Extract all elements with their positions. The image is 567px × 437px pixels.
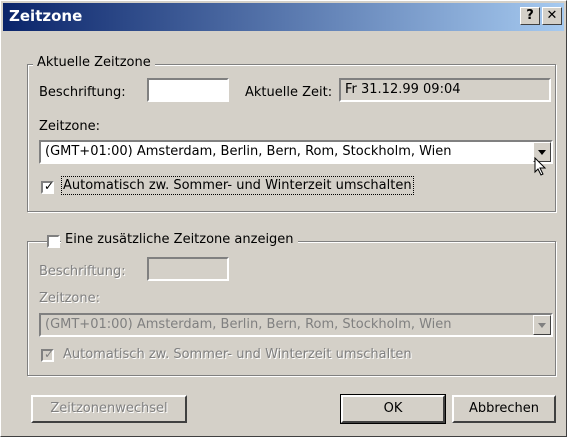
chevron-down-icon — [538, 150, 546, 155]
additional-zone-checkbox-label[interactable]: Eine zusätzliche Zeitzone anzeigen — [61, 232, 298, 247]
additional-dst-checkbox-label[interactable]: Automatisch zw. Sommer- und Winterzeit u… — [63, 347, 412, 362]
additional-caption-input[interactable] — [147, 257, 229, 281]
additional-zone-checkbox[interactable] — [47, 235, 60, 248]
current-time-label: Aktuelle Zeit: — [245, 85, 333, 100]
pointer-cursor-icon — [534, 157, 547, 176]
check-icon: ✓ — [44, 347, 55, 361]
dst-checkbox[interactable]: ✓ — [41, 179, 55, 194]
timezone-dialog: Zeitzone ? ✕ Aktuelle Zeitzone Beschrift… — [0, 0, 567, 437]
window-title: Zeitzone — [9, 7, 83, 25]
additional-timezone-label: Zeitzone: — [39, 291, 101, 306]
timezone-label: Zeitzone: — [39, 119, 101, 134]
timezone-select-value: (GMT+01:00) Amsterdam, Berlin, Bern, Rom… — [45, 144, 452, 159]
help-button[interactable]: ? — [520, 7, 540, 25]
additional-timezone-select[interactable]: (GMT+01:00) Amsterdam, Berlin, Bern, Rom… — [39, 313, 553, 337]
additional-caption-label: Beschriftung: — [39, 264, 126, 279]
question-icon: ? — [526, 8, 534, 23]
cancel-button[interactable]: Abbrechen — [452, 395, 556, 423]
additional-timezone-select-value: (GMT+01:00) Amsterdam, Berlin, Bern, Rom… — [45, 317, 452, 332]
close-icon: ✕ — [546, 8, 558, 23]
swap-timezones-button[interactable]: Zeitzonenwechsel — [31, 395, 187, 423]
chevron-down-icon — [538, 323, 546, 328]
additional-timezone-dropdown-button[interactable] — [533, 315, 551, 335]
ok-button[interactable]: OK — [340, 394, 446, 424]
current-timezone-legend: Aktuelle Zeitzone — [33, 55, 155, 70]
additional-dst-checkbox[interactable]: ✓ — [41, 347, 55, 362]
current-time-field: Fr 31.12.99 09:04 — [339, 78, 551, 102]
close-button[interactable]: ✕ — [542, 7, 562, 25]
dst-checkbox-label[interactable]: Automatisch zw. Sommer- und Winterzeit u… — [61, 176, 414, 195]
title-bar: Zeitzone ? ✕ — [3, 3, 564, 31]
caption-label: Beschriftung: — [39, 85, 126, 100]
check-icon: ✓ — [44, 179, 55, 193]
caption-input[interactable] — [147, 78, 229, 102]
timezone-select[interactable]: (GMT+01:00) Amsterdam, Berlin, Bern, Rom… — [39, 140, 553, 164]
